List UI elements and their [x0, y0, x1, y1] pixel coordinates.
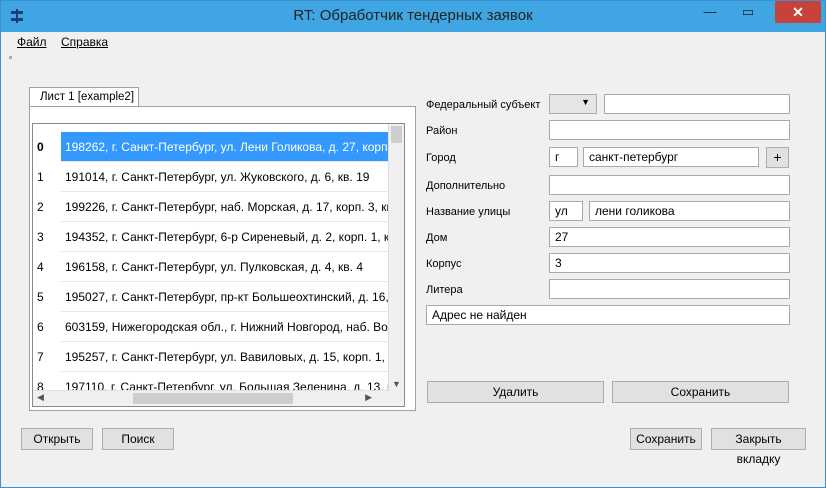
- save-form-button[interactable]: Сохранить: [612, 381, 789, 403]
- letter-input[interactable]: [549, 279, 790, 299]
- federal-subject-dropdown[interactable]: ▼: [549, 94, 597, 114]
- vertical-scroll-thumb[interactable]: [391, 126, 402, 143]
- open-button[interactable]: Открыть: [21, 428, 93, 450]
- add-city-button[interactable]: +: [766, 147, 789, 168]
- horizontal-scrollbar[interactable]: ◀ ▶: [33, 390, 390, 406]
- table-row[interactable]: 6 603159, Нижегородская обл., г. Нижний Н…: [33, 312, 392, 342]
- additional-input[interactable]: [549, 175, 790, 195]
- street-type-input[interactable]: ул: [549, 201, 583, 221]
- menu-file[interactable]: Файл: [17, 35, 47, 49]
- save-button[interactable]: Сохранить: [630, 428, 702, 450]
- close-tab-button[interactable]: Закрыть вкладку: [711, 428, 806, 466]
- row-index: 5: [33, 282, 61, 312]
- address-status-field: Адрес не найден: [426, 305, 790, 325]
- address-cell[interactable]: 196158, г. Санкт-Петербург, ул. Пулковск…: [61, 252, 392, 282]
- table-row[interactable]: 4 196158, г. Санкт-Петербург, ул. Пулковс…: [33, 252, 392, 282]
- delete-button[interactable]: Удалить: [427, 381, 604, 403]
- scroll-right-icon[interactable]: ▶: [365, 392, 372, 403]
- horizontal-scroll-thumb[interactable]: [133, 393, 293, 404]
- house-label: Дом: [426, 232, 448, 244]
- table-row[interactable]: 5 195027, г. Санкт-Петербург, пр-кт Больш…: [33, 282, 392, 312]
- address-cell[interactable]: 199226, г. Санкт-Петербург, наб. Морская…: [61, 192, 392, 222]
- scroll-left-icon[interactable]: ◀: [37, 392, 44, 403]
- address-cell[interactable]: 198262, г. Санкт-Петербург, ул. Лени Гол…: [61, 132, 392, 162]
- additional-label: Дополнительно: [426, 180, 506, 192]
- row-index: 0: [33, 132, 61, 162]
- house-input[interactable]: 27: [549, 227, 790, 247]
- city-input[interactable]: санкт-петербург: [583, 147, 759, 167]
- address-cell[interactable]: 191014, г. Санкт-Петербург, ул. Жуковско…: [61, 162, 392, 192]
- building-input[interactable]: 3: [549, 253, 790, 273]
- vertical-scrollbar[interactable]: ▼: [388, 124, 404, 391]
- row-index: 7: [33, 342, 61, 372]
- address-table: 0 198262, г. Санкт-Петербург, ул. Лени Го…: [32, 123, 405, 407]
- toolbar-grip: [9, 56, 12, 59]
- district-label: Район: [426, 125, 458, 137]
- table-row[interactable]: 3 194352, г. Санкт-Петербург, 6-р Сиренев…: [33, 222, 392, 252]
- chevron-down-icon: ▼: [581, 97, 590, 107]
- menu-bar: Файл Справка: [1, 32, 825, 52]
- district-input[interactable]: [549, 120, 790, 140]
- street-label: Название улицы: [426, 206, 511, 218]
- street-input[interactable]: лени голикова: [589, 201, 790, 221]
- row-index: 3: [33, 222, 61, 252]
- search-button[interactable]: Поиск: [102, 428, 174, 450]
- row-index: 4: [33, 252, 61, 282]
- close-icon[interactable]: ✕: [775, 1, 821, 23]
- minimize-icon[interactable]: —: [697, 1, 723, 23]
- address-cell[interactable]: 603159, Нижегородская обл., г. Нижний Но…: [61, 312, 392, 342]
- building-label: Корпус: [426, 258, 462, 270]
- letter-label: Литера: [426, 284, 463, 296]
- main-window: RT: Обработчик тендерных заявок — ▭ ✕ Фа…: [0, 0, 826, 488]
- table-row[interactable]: 7 195257, г. Санкт-Петербург, ул. Вавилов…: [33, 342, 392, 372]
- federal-subject-label: Федеральный субъект: [426, 99, 541, 111]
- row-index: 1: [33, 162, 61, 192]
- federal-subject-input[interactable]: [604, 94, 790, 114]
- table-row[interactable]: 1 191014, г. Санкт-Петербург, ул. Жуковск…: [33, 162, 392, 192]
- tab-sheet1[interactable]: Лист 1 [example2]: [29, 87, 139, 107]
- address-cell[interactable]: 195257, г. Санкт-Петербург, ул. Вавиловы…: [61, 342, 392, 372]
- table-row[interactable]: 0 198262, г. Санкт-Петербург, ул. Лени Го…: [33, 132, 392, 162]
- scroll-down-icon[interactable]: ▼: [389, 379, 404, 389]
- menu-help[interactable]: Справка: [61, 35, 108, 49]
- city-label: Город: [426, 152, 456, 164]
- row-index: 2: [33, 192, 61, 222]
- address-cell[interactable]: 195027, г. Санкт-Петербург, пр-кт Больше…: [61, 282, 392, 312]
- scroll-corner: [389, 391, 404, 406]
- maximize-icon[interactable]: ▭: [735, 1, 761, 23]
- title-bar[interactable]: RT: Обработчик тендерных заявок — ▭ ✕: [1, 1, 825, 32]
- city-type-input[interactable]: г: [549, 147, 578, 167]
- table-row[interactable]: 2 199226, г. Санкт-Петербург, наб. Морска…: [33, 192, 392, 222]
- row-index: 6: [33, 312, 61, 342]
- address-cell[interactable]: 194352, г. Санкт-Петербург, 6-р Сиреневы…: [61, 222, 392, 252]
